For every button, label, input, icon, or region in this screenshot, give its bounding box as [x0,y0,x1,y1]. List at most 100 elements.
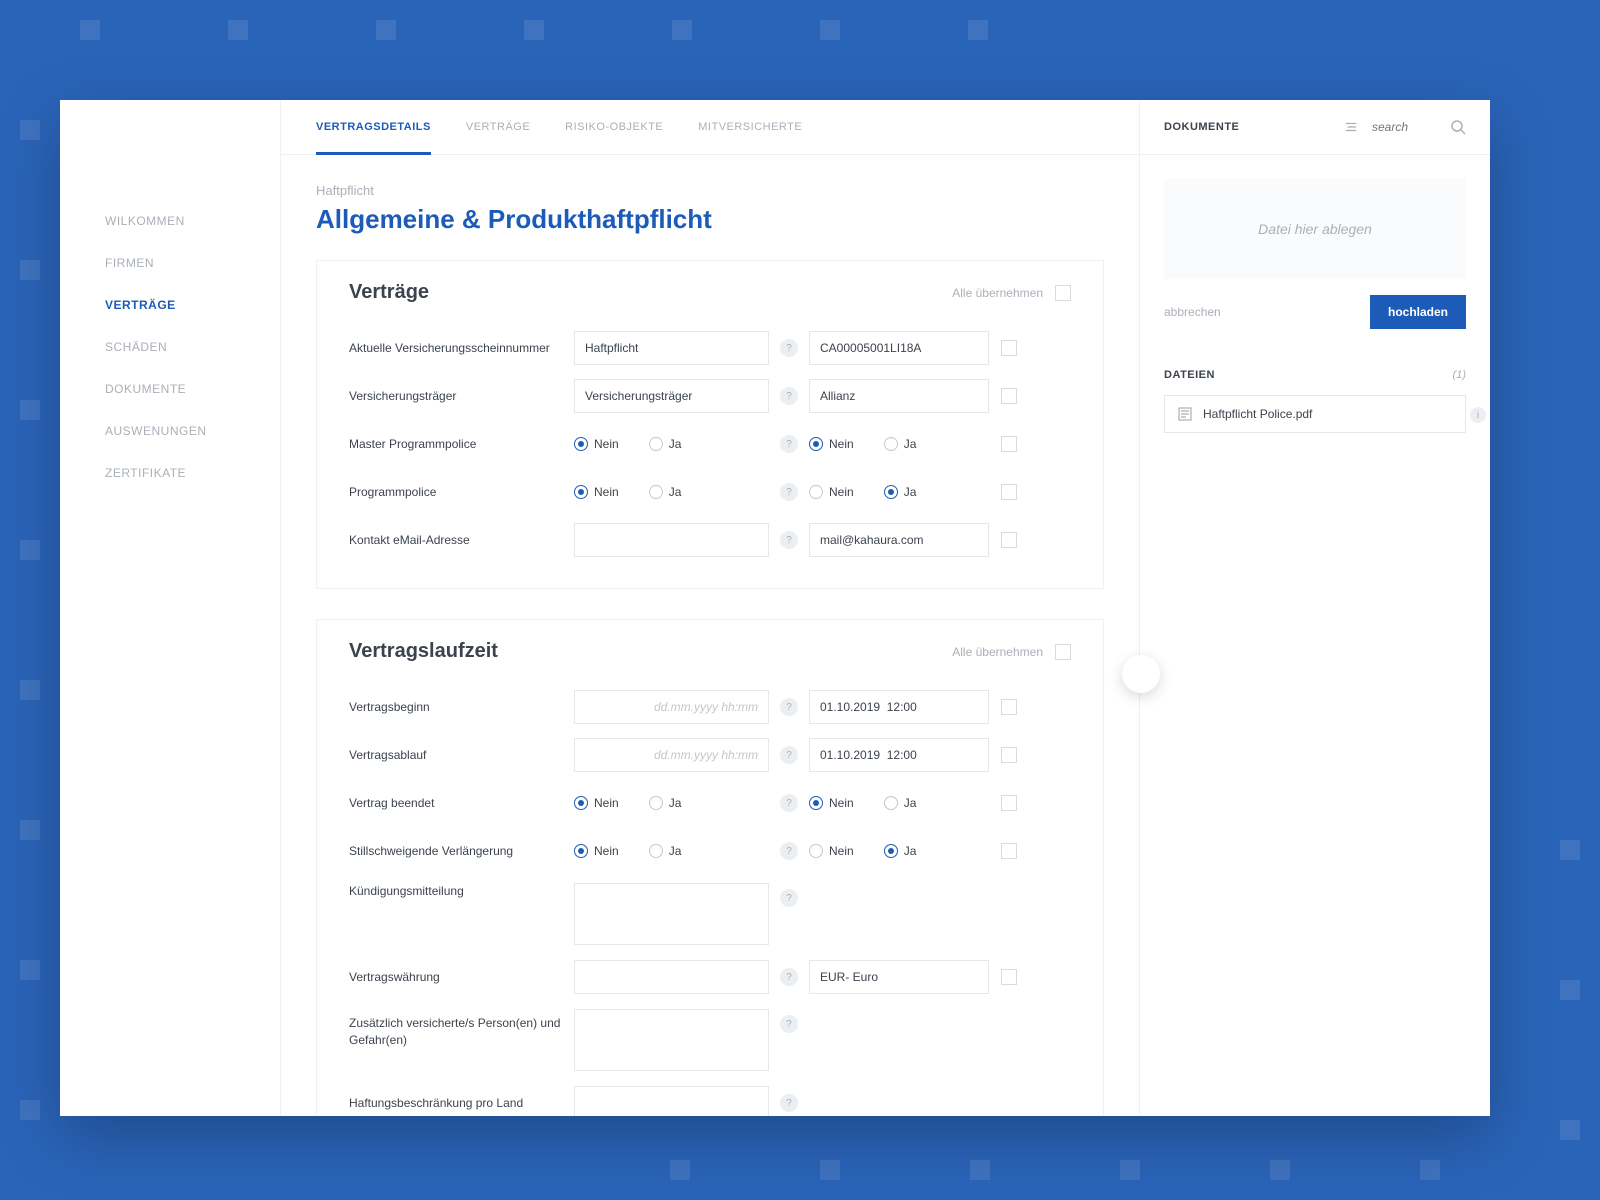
help-icon[interactable]: ? [780,1094,798,1112]
sidebar-item-welcome[interactable]: WILKOMMEN [105,200,280,242]
radio-program-right-nein[interactable]: Nein [809,485,854,499]
radio-terminated-left-nein[interactable]: Nein [574,796,619,810]
row-checkbox[interactable] [1001,388,1017,404]
input-policy-number-right[interactable] [809,331,989,365]
panel-term-title: Vertragslaufzeit [349,640,952,663]
row-additional-insured: Zusätzlich versicherte/s Person(en) und … [349,1001,1071,1079]
filter-icon[interactable] [1344,120,1358,134]
input-currency-left[interactable] [574,960,769,994]
radio-renewal-left-ja[interactable]: Ja [649,844,682,858]
row-checkbox[interactable] [1001,436,1017,452]
info-icon[interactable]: i [1470,407,1486,423]
help-icon[interactable]: ? [780,387,798,405]
help-icon[interactable]: ? [780,746,798,764]
row-checkbox[interactable] [1001,532,1017,548]
input-policy-number-left[interactable] [574,331,769,365]
radio-program-right-ja[interactable]: Ja [884,485,917,499]
search-icon[interactable] [1450,119,1466,135]
row-checkbox[interactable] [1001,843,1017,859]
row-checkbox[interactable] [1001,969,1017,985]
radio-renewal-left-nein[interactable]: Nein [574,844,619,858]
help-icon[interactable]: ? [780,698,798,716]
row-checkbox[interactable] [1001,699,1017,715]
sidebar-item-certificates[interactable]: ZERTIFIKATE [105,452,280,494]
radio-program-left-ja[interactable]: Ja [649,485,682,499]
row-program-policy: Programmpolice Nein Ja ? Nein Ja [349,468,1071,516]
textarea-termination-notice[interactable] [574,883,769,945]
radio-program-left-nein[interactable]: Nein [574,485,619,499]
input-email-right[interactable] [809,523,989,557]
row-checkbox[interactable] [1001,340,1017,356]
tab-co-insured[interactable]: MITVERSICHERTE [698,100,802,155]
label-termination-notice: Kündigungsmitteilung [349,883,574,900]
input-carrier-right[interactable] [809,379,989,413]
label-contract-end: Vertragsablauf [349,747,574,764]
sidebar-item-reports[interactable]: AUSWENUNGEN [105,410,280,452]
label-contact-email: Kontakt eMail-Adresse [349,532,574,549]
help-icon[interactable]: ? [780,483,798,501]
label-contract-start: Vertragsbeginn [349,699,574,716]
sidebar-item-documents[interactable]: DOKUMENTE [105,368,280,410]
adopt-all-checkbox[interactable] [1055,285,1071,301]
help-icon[interactable]: ? [780,435,798,453]
help-icon[interactable]: ? [780,339,798,357]
main-area: VERTRAGSDETAILS VERTRÄGE RISIKO-OBJEKTE … [280,100,1140,1116]
label-additional-insured: Zusätzlich versicherte/s Person(en) und … [349,1009,574,1055]
floating-action-button[interactable] [1122,655,1160,693]
adopt-all-checkbox[interactable] [1055,644,1071,660]
content-scroll: Verträge Alle übernehmen Aktuelle Versic… [281,260,1139,1116]
tab-contract-details[interactable]: VERTRAGSDETAILS [316,100,431,155]
row-termination-notice: Kündigungsmitteilung ? [349,875,1071,953]
cancel-button[interactable]: abbrechen [1164,305,1221,319]
row-checkbox[interactable] [1001,747,1017,763]
input-start-right[interactable] [809,690,989,724]
dropzone[interactable]: Datei hier ablegen [1164,179,1466,279]
help-icon[interactable]: ? [780,531,798,549]
row-checkbox[interactable] [1001,484,1017,500]
radio-master-right-ja[interactable]: Ja [884,437,917,451]
row-contact-email: Kontakt eMail-Adresse ? [349,516,1071,564]
label-terminated: Vertrag beendet [349,795,574,812]
radio-master-left-nein[interactable]: Nein [574,437,619,451]
page-header: Haftpflicht Allgemeine & Produkthaftpfli… [281,155,1139,255]
help-icon[interactable]: ? [780,794,798,812]
files-count: (1) [1453,369,1466,381]
sidebar-item-damages[interactable]: SCHÄDEN [105,326,280,368]
label-program-policy: Programmpolice [349,484,574,501]
input-end-right[interactable] [809,738,989,772]
app-window: WILKOMMEN FIRMEN VERTRÄGE SCHÄDEN DOKUME… [60,100,1490,1116]
upload-button[interactable]: hochladen [1370,295,1466,329]
input-currency-right[interactable] [809,960,989,994]
row-checkbox[interactable] [1001,795,1017,811]
input-email-left[interactable] [574,523,769,557]
tab-contracts[interactable]: VERTRÄGE [466,100,530,155]
radio-renewal-right-ja[interactable]: Ja [884,844,917,858]
radio-terminated-right-nein[interactable]: Nein [809,796,854,810]
radio-terminated-right-ja[interactable]: Ja [884,796,917,810]
adopt-all-label: Alle übernehmen [952,645,1043,659]
label-carrier: Versicherungsträger [349,388,574,405]
radio-renewal-right-nein[interactable]: Nein [809,844,854,858]
tab-risk-objects[interactable]: RISIKO-OBJEKTE [565,100,663,155]
label-currency: Vertragswährung [349,969,574,986]
row-policy-number: Aktuelle Versicherungsscheinnummer ? [349,324,1071,372]
help-icon[interactable]: ? [780,842,798,860]
input-carrier-left[interactable] [574,379,769,413]
help-icon[interactable]: ? [780,1015,798,1033]
search-input[interactable] [1372,120,1442,134]
radio-terminated-left-ja[interactable]: Ja [649,796,682,810]
row-liability-limit: Haftungsbeschränkung pro Land ? [349,1079,1071,1116]
label-tacit-renewal: Stillschweigende Verlängerung [349,843,574,860]
sidebar-item-contracts[interactable]: VERTRÄGE [105,284,280,326]
textarea-additional-insured[interactable] [574,1009,769,1071]
radio-master-left-ja[interactable]: Ja [649,437,682,451]
input-start-left[interactable] [574,690,769,724]
input-end-left[interactable] [574,738,769,772]
help-icon[interactable]: ? [780,968,798,986]
tabs: VERTRAGSDETAILS VERTRÄGE RISIKO-OBJEKTE … [281,100,1139,155]
help-icon[interactable]: ? [780,889,798,907]
input-liability-left[interactable] [574,1086,769,1116]
sidebar-item-companies[interactable]: FIRMEN [105,242,280,284]
radio-master-right-nein[interactable]: Nein [809,437,854,451]
file-item[interactable]: Haftpflicht Police.pdf [1164,395,1466,433]
